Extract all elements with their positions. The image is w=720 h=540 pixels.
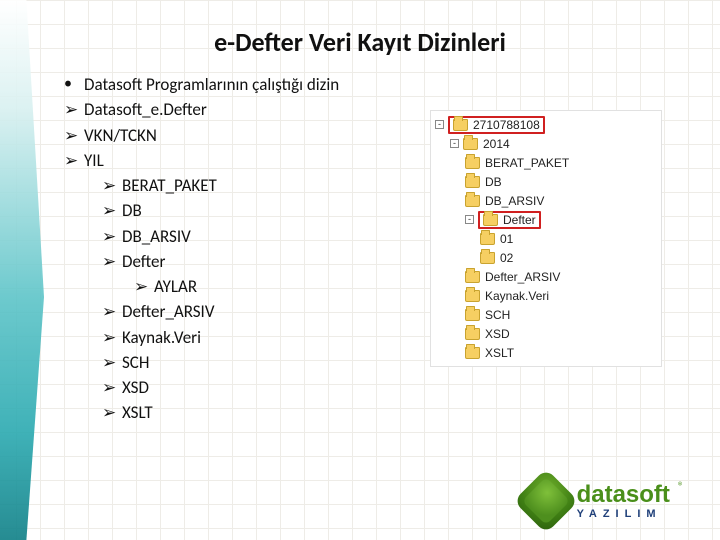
bullet-lv2: ➢ XSD xyxy=(102,377,394,398)
tree-year[interactable]: - 2014 xyxy=(435,134,655,153)
tree-item[interactable]: Kaynak.Veri xyxy=(435,286,655,305)
arrow-icon: ➢ xyxy=(102,226,122,247)
folder-icon xyxy=(465,290,480,302)
tree-label: XSD xyxy=(485,327,510,341)
folder-icon xyxy=(465,271,480,283)
tree-label: Defter_ARSIV xyxy=(485,270,560,284)
arrow-icon: ➢ xyxy=(64,150,84,171)
arrow-icon: ➢ xyxy=(102,402,122,423)
highlight-box: Defter xyxy=(478,211,541,229)
tree-label: 2014 xyxy=(483,137,510,151)
bullet-lv2: ➢ DB_ARSIV xyxy=(102,226,394,247)
arrow-icon: ➢ xyxy=(102,175,122,196)
arrow-icon: ➢ xyxy=(64,125,84,146)
arrow-icon: ➢ xyxy=(134,276,154,297)
bullet-text: BERAT_PAKET xyxy=(122,175,217,196)
tree-label: 2710788108 xyxy=(473,118,540,132)
bullet-text: DB_ARSIV xyxy=(122,226,191,247)
tree-label: 01 xyxy=(500,232,513,246)
tree-label: DB_ARSIV xyxy=(485,194,544,208)
tree-item[interactable]: XSLT xyxy=(435,343,655,362)
tree-label: SCH xyxy=(485,308,510,322)
folder-icon xyxy=(453,119,468,131)
folder-icon xyxy=(463,138,478,150)
collapse-icon[interactable]: - xyxy=(450,139,459,148)
bullet-text: DB xyxy=(122,200,142,221)
bullet-text: Defter xyxy=(122,251,165,272)
tree-label: 02 xyxy=(500,251,513,265)
bullet-content: • Datasoft Programlarının çalıştığı dizi… xyxy=(64,74,394,428)
collapse-icon[interactable]: - xyxy=(435,120,444,129)
tree-item-highlight[interactable]: - Defter xyxy=(435,210,655,229)
bullet-lv0: • Datasoft Programlarının çalıştığı dizi… xyxy=(64,74,394,95)
folder-tree: - 2710788108 - 2014 BERAT_PAKET DB DB_AR… xyxy=(430,110,662,367)
bullet-text: SCH xyxy=(122,352,149,373)
tree-item[interactable]: Defter_ARSIV xyxy=(435,267,655,286)
folder-icon xyxy=(465,157,480,169)
tree-label: Kaynak.Veri xyxy=(485,289,549,303)
bullet-text: XSD xyxy=(122,377,149,398)
bullet-lv1: ➢ Datasoft_e.Defter xyxy=(64,99,394,120)
bullet-lv1: ➢ VKN/TCKN xyxy=(64,125,394,146)
bullet-lv2: ➢ SCH xyxy=(102,352,394,373)
tree-item[interactable]: XSD xyxy=(435,324,655,343)
logo-main: datasoft xyxy=(577,483,670,507)
folder-icon xyxy=(483,214,498,226)
bullet-dot-icon: • xyxy=(64,74,84,94)
bullet-text: Defter_ARSIV xyxy=(122,301,215,322)
datasoft-logo: datasoft YAZILIM ® xyxy=(523,478,684,524)
tree-label: XSLT xyxy=(485,346,514,360)
collapse-icon[interactable]: - xyxy=(465,215,474,224)
tree-item[interactable]: BERAT_PAKET xyxy=(435,153,655,172)
bullet-lv1: ➢ YIL xyxy=(64,150,394,171)
bullet-text: AYLAR xyxy=(154,276,197,297)
bullet-lv2: ➢ DB xyxy=(102,200,394,221)
registered-icon: ® xyxy=(678,480,684,494)
bullet-text: XSLT xyxy=(122,402,153,423)
bullet-text: VKN/TCKN xyxy=(84,125,157,146)
bullet-lv3: ➢ AYLAR xyxy=(134,276,394,297)
folder-icon xyxy=(480,233,495,245)
tree-item[interactable]: 02 xyxy=(435,248,655,267)
folder-icon xyxy=(465,309,480,321)
tree-label: Defter xyxy=(503,213,536,227)
arrow-icon: ➢ xyxy=(102,301,122,322)
bullet-lv2: ➢ BERAT_PAKET xyxy=(102,175,394,196)
arrow-icon: ➢ xyxy=(102,200,122,221)
folder-icon xyxy=(465,328,480,340)
bullet-text: Kaynak.Veri xyxy=(122,327,201,348)
bullet-lv2: ➢ Kaynak.Veri xyxy=(102,327,394,348)
tree-root[interactable]: - 2710788108 xyxy=(435,115,655,134)
tree-item[interactable]: DB_ARSIV xyxy=(435,191,655,210)
arrow-icon: ➢ xyxy=(64,99,84,120)
tree-item[interactable]: DB xyxy=(435,172,655,191)
tree-item[interactable]: 01 xyxy=(435,229,655,248)
page-title: e-Defter Veri Kayıt Dizinleri xyxy=(0,26,720,58)
bullet-text: Datasoft_e.Defter xyxy=(84,99,207,120)
bullet-text: Datasoft Programlarının çalıştığı dizin xyxy=(84,74,339,95)
tree-label: BERAT_PAKET xyxy=(485,156,569,170)
tree-item[interactable]: SCH xyxy=(435,305,655,324)
folder-icon xyxy=(480,252,495,264)
folder-icon xyxy=(465,176,480,188)
tree-label: DB xyxy=(485,175,502,189)
arrow-icon: ➢ xyxy=(102,327,122,348)
highlight-box: 2710788108 xyxy=(448,116,545,134)
folder-icon xyxy=(465,347,480,359)
arrow-icon: ➢ xyxy=(102,352,122,373)
logo-mark-icon xyxy=(513,468,578,533)
folder-icon xyxy=(465,195,480,207)
logo-text: datasoft YAZILIM xyxy=(577,483,670,520)
bullet-lv2: ➢ XSLT xyxy=(102,402,394,423)
logo-sub: YAZILIM xyxy=(577,509,670,520)
arrow-icon: ➢ xyxy=(102,377,122,398)
bullet-lv2: ➢ Defter_ARSIV xyxy=(102,301,394,322)
bullet-text: YIL xyxy=(84,150,104,171)
bullet-lv2: ➢ Defter xyxy=(102,251,394,272)
arrow-icon: ➢ xyxy=(102,251,122,272)
